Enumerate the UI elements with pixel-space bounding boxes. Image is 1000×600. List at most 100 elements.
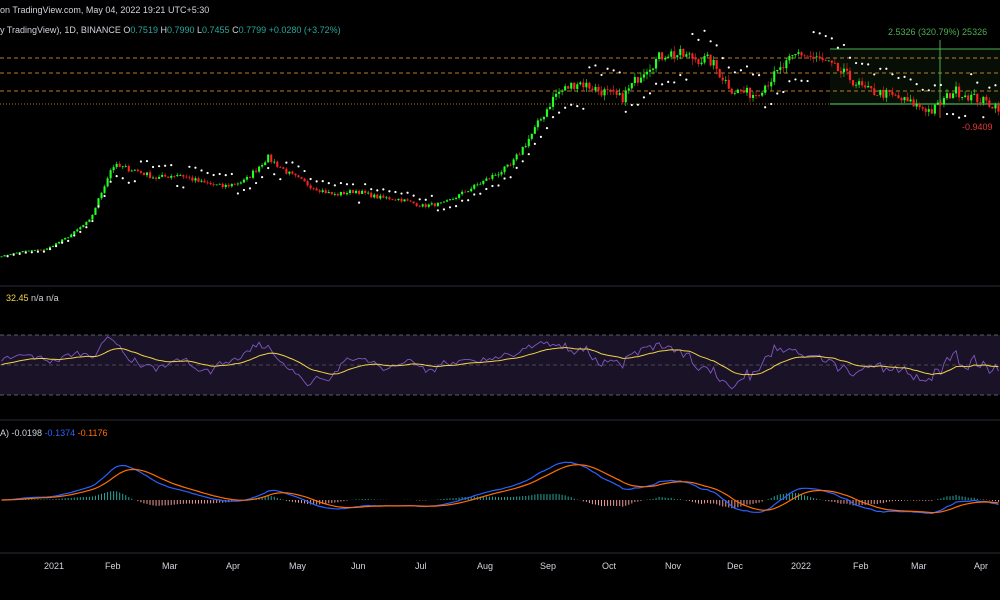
candle-body: [958, 86, 961, 98]
candle-body: [588, 82, 591, 89]
candle-body: [400, 198, 403, 202]
candle-body: [982, 96, 985, 104]
sar-dot: [73, 234, 76, 237]
sar-dot: [867, 63, 870, 66]
candle-body: [948, 93, 952, 99]
candle-body: [42, 249, 45, 251]
candle-body: [691, 53, 694, 59]
candle-body: [733, 93, 736, 94]
sar-dot: [509, 176, 512, 179]
candle-body: [727, 80, 730, 89]
candle-body: [755, 95, 758, 96]
candle-body: [618, 93, 621, 95]
sar-dot: [885, 67, 888, 70]
candle-body: [809, 55, 812, 57]
candle-body: [70, 234, 73, 238]
candle-body: [509, 164, 512, 166]
sar-dot: [170, 164, 173, 167]
candle-body: [615, 91, 618, 95]
candle-body: [706, 54, 709, 57]
candle-body: [655, 58, 658, 69]
candle-body: [242, 179, 245, 183]
candle-body: [315, 188, 318, 191]
macd-prefix: A): [0, 428, 9, 438]
candle-body: [148, 172, 152, 179]
candle-body: [103, 186, 106, 193]
candle-body: [933, 104, 936, 114]
candle-body: [436, 202, 439, 207]
candle-body: [458, 194, 461, 198]
candle-body: [973, 93, 976, 95]
candle-body: [361, 190, 364, 194]
sar-dot: [412, 194, 415, 197]
sar-dot: [873, 73, 876, 76]
candle-body: [658, 52, 661, 59]
sar-dot: [12, 253, 15, 256]
sar-dot: [67, 239, 70, 242]
sar-dot: [939, 83, 943, 87]
candle-body: [848, 70, 852, 81]
sar-dot: [291, 161, 294, 164]
sar-dot: [497, 184, 500, 187]
sar-dot: [727, 66, 730, 69]
sar-dot: [91, 219, 94, 223]
candle-body: [179, 175, 182, 176]
candle-body: [164, 174, 167, 177]
sar-dot: [770, 102, 773, 106]
sar-dot: [473, 193, 476, 196]
candle-body: [133, 169, 136, 171]
candle-body: [45, 248, 49, 250]
candle-body: [621, 93, 624, 103]
close-value: 0.7799: [238, 25, 267, 35]
candle-body: [797, 52, 800, 54]
candle-body: [467, 191, 470, 193]
sar-dot: [812, 31, 815, 34]
candle-body: [882, 89, 885, 98]
candle-body: [309, 185, 312, 189]
sar-dot: [600, 73, 603, 77]
published-text: on TradingView.com, May 04, 2022 19:21 U…: [0, 5, 210, 15]
sar-dot: [661, 83, 664, 86]
sar-dot: [551, 116, 555, 119]
candle-body: [91, 214, 94, 220]
symbol-legend[interactable]: y TradingView), 1D, BINANCE O0.7519 H0.7…: [0, 25, 341, 36]
sar-dot: [976, 81, 979, 84]
measure-tool[interactable]: [830, 40, 1000, 118]
candle-body: [758, 95, 761, 96]
candle-body: [167, 176, 170, 178]
candle-body: [267, 154, 270, 163]
sar-dot: [376, 189, 379, 192]
candle-body: [406, 199, 409, 201]
candle-body: [506, 164, 509, 167]
candle-body: [967, 95, 970, 101]
candle-body: [461, 191, 464, 195]
candle-body: [412, 201, 415, 204]
candle-body: [858, 81, 861, 85]
candle-body: [845, 68, 849, 71]
sar-dot: [267, 166, 270, 170]
sar-dot: [285, 161, 288, 164]
candle-body: [324, 190, 327, 194]
sar-dot: [97, 205, 100, 208]
candle-body: [482, 180, 485, 184]
chart-canvas[interactable]: [0, 0, 1000, 600]
candle-body: [303, 178, 306, 182]
sar-dot: [85, 226, 88, 229]
candle-body: [445, 200, 449, 202]
candle-body: [836, 62, 839, 72]
sar-dot: [630, 103, 633, 107]
x-tick-15: Apr: [974, 561, 989, 571]
candle-body: [142, 172, 145, 176]
x-tick-10: Nov: [665, 561, 682, 571]
sar-dot: [721, 57, 724, 60]
macd-legend[interactable]: A) -0.0198 -0.1374 -0.1176: [0, 428, 107, 439]
sar-dot: [448, 206, 452, 209]
sar-dot: [176, 184, 179, 188]
candle-body: [388, 197, 391, 200]
candle-body: [961, 97, 964, 98]
candle-body: [67, 237, 70, 239]
rsi-legend[interactable]: 32.45 n/a n/a: [6, 293, 59, 304]
candle-body: [79, 227, 82, 230]
sar-dot: [685, 78, 688, 81]
candle-body: [521, 147, 524, 155]
